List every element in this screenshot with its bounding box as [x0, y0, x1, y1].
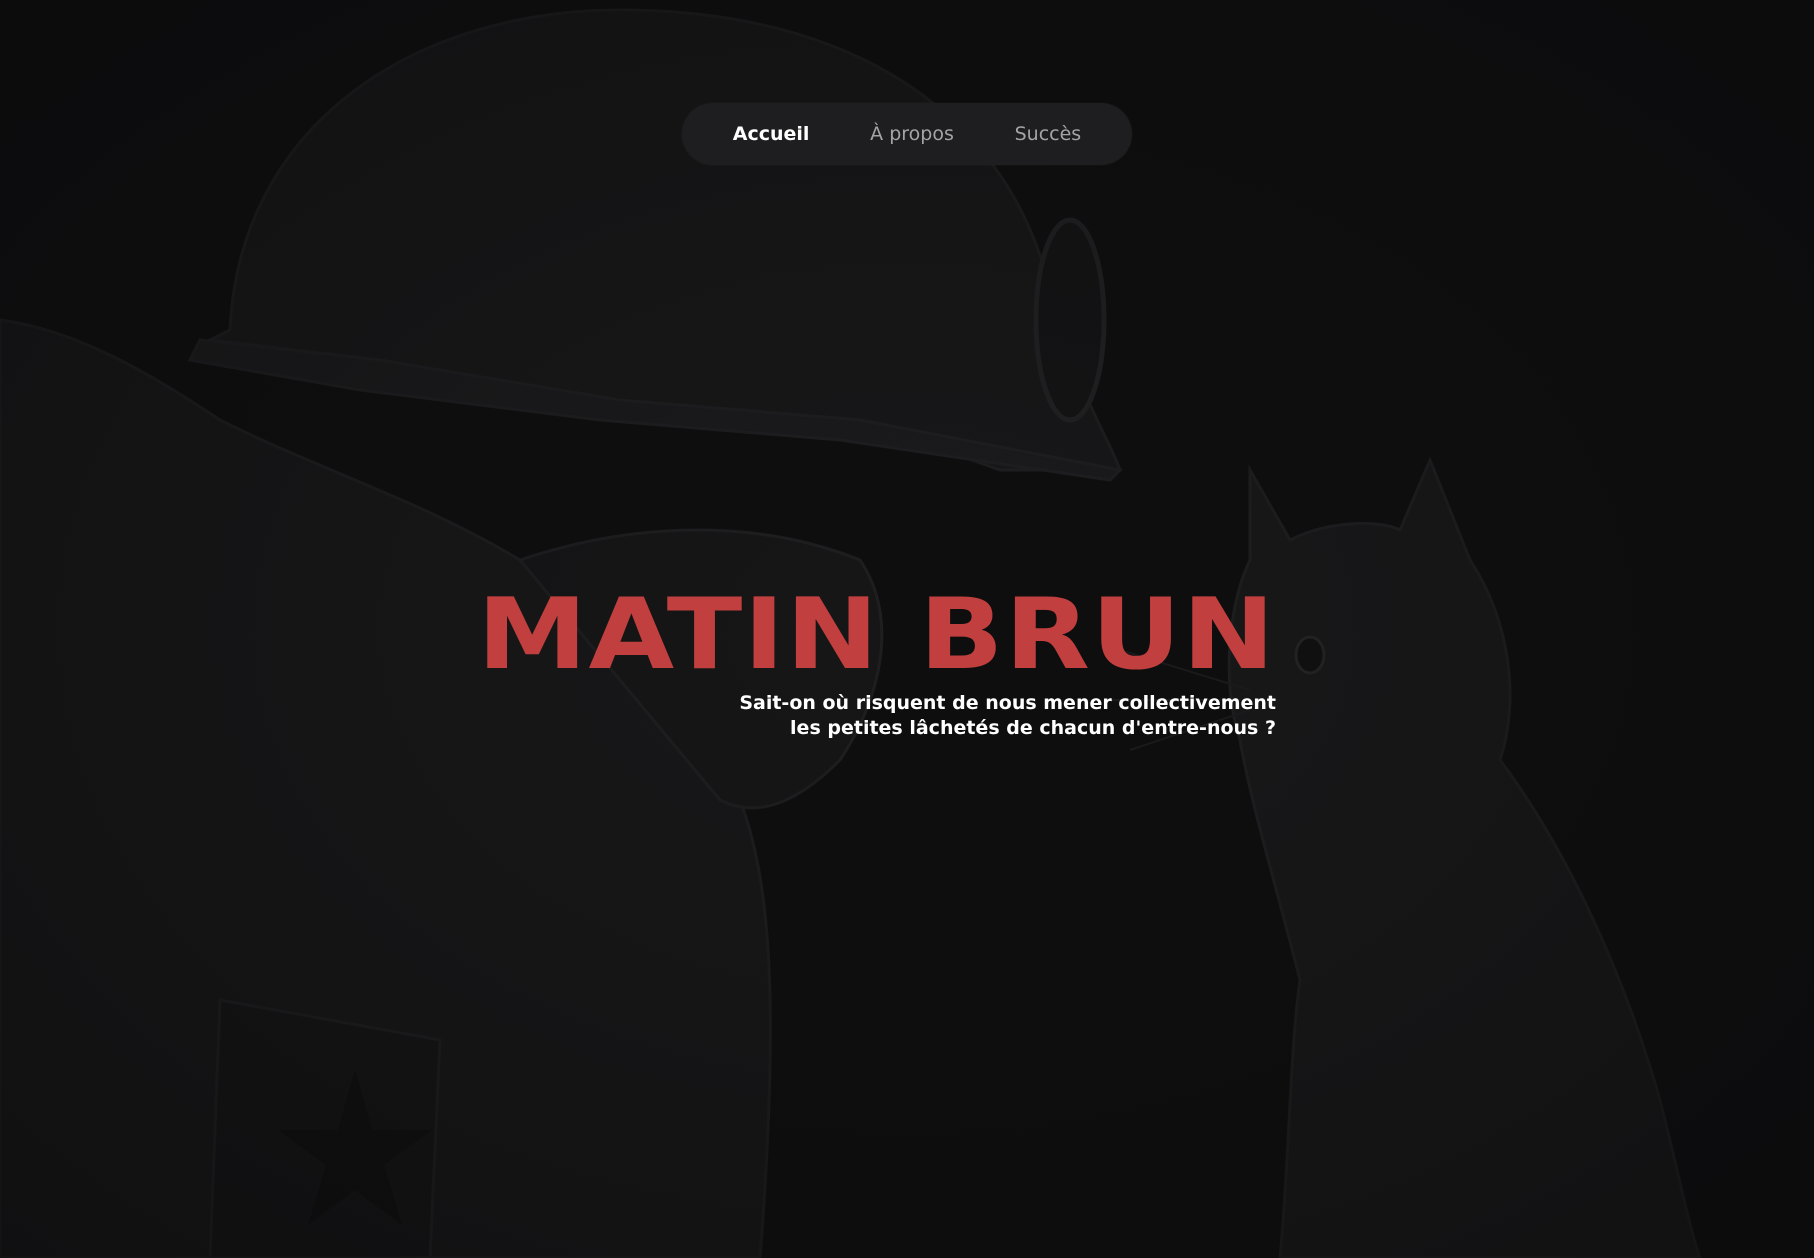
nav-item-accueil[interactable]: Accueil [723, 115, 820, 153]
nav-item-a-propos[interactable]: À propos [860, 115, 964, 153]
hero-title: MATIN BRUN [477, 578, 1276, 692]
hero-subtitle-line-1: Sait-on où risquent de nous mener collec… [739, 692, 1276, 714]
nav-item-succes[interactable]: Succès [1005, 115, 1092, 153]
hero-subtitle: Sait-on où risquent de nous mener collec… [530, 691, 1276, 741]
hero-section: MATIN BRUN Sait-on où risquent de nous m… [477, 585, 1276, 741]
hero-subtitle-line-2: les petites lâchetés de chacun d'entre-n… [790, 717, 1276, 739]
main-nav: Accueil À propos Succès [682, 103, 1132, 165]
